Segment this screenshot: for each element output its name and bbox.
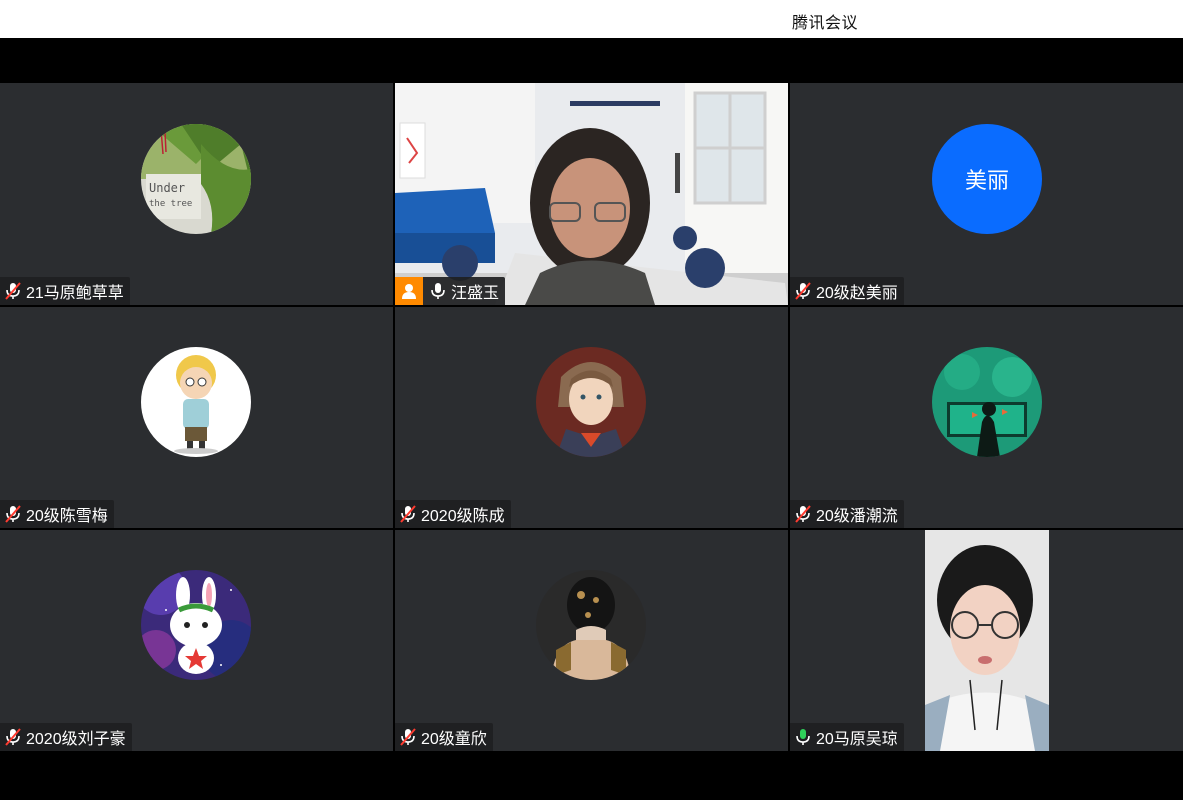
participant-name-tag: 20马原吴琼 (790, 723, 904, 751)
mic-icon[interactable] (429, 281, 447, 301)
svg-text:the tree: the tree (149, 199, 192, 209)
woman-back-avatar (536, 570, 646, 680)
text-avatar: 美丽 (932, 124, 1042, 234)
host-icon (395, 277, 423, 305)
avatar-initials: 美丽 (964, 168, 1009, 193)
participant-name: 20马原吴琼 (816, 731, 898, 748)
participant-name: 2020级陈成 (421, 508, 505, 525)
participant-name-tag: 2020级陈成 (395, 500, 511, 528)
participant-tile-active-speaker[interactable]: 20马原吴琼 (790, 530, 1183, 751)
svg-text:Under: Under (149, 181, 185, 195)
cartoon-kid-avatar (141, 347, 251, 457)
participant-name-tag: 20级童欣 (395, 723, 493, 751)
mic-muted-icon[interactable] (4, 727, 22, 747)
mic-muted-icon[interactable] (794, 504, 812, 524)
host-video-feed (395, 83, 788, 305)
participant-tile[interactable]: 20级潘潮流 (790, 307, 1183, 528)
participant-tile[interactable]: Under the tree 21马原鲍草草 (0, 83, 393, 305)
participant-name-tag: 20级陈雪梅 (0, 500, 114, 528)
participant-name-tag: 20级赵美丽 (790, 277, 904, 305)
participant-tile[interactable]: 美丽 20级赵美丽 (790, 83, 1183, 305)
mic-muted-icon[interactable] (399, 727, 417, 747)
app-title: 腾讯会议 (792, 15, 859, 32)
participant-name-tag: 21马原鲍草草 (0, 277, 130, 305)
participant-tile[interactable]: 20级童欣 (395, 530, 788, 751)
mic-muted-icon[interactable] (794, 281, 812, 301)
anime-man-avatar (536, 347, 646, 457)
mic-active-icon[interactable] (794, 727, 812, 747)
video-grid: Under the tree 21马原鲍草草 汪盛玉 美丽 20级赵美丽 20级… (0, 83, 1183, 751)
rabbit-avatar (141, 570, 251, 680)
top-toolbar-area (0, 38, 1183, 83)
participant-name: 2020级刘子豪 (26, 731, 126, 748)
participant-tile[interactable]: 2020级陈成 (395, 307, 788, 528)
participant-name-tag: 2020级刘子豪 (0, 723, 132, 751)
participant-name: 20级赵美丽 (816, 285, 898, 302)
participant-tile[interactable]: 汪盛玉 (395, 83, 788, 305)
participant-name: 20级陈雪梅 (26, 508, 108, 525)
participant-name-tag: 汪盛玉 (395, 277, 506, 305)
participant-tile[interactable]: 2020级刘子豪 (0, 530, 393, 751)
bottom-toolbar-area (0, 751, 1183, 800)
participant-name: 20级童欣 (421, 731, 487, 748)
aquarium-avatar (932, 347, 1042, 457)
participant-name-tag: 20级潘潮流 (790, 500, 904, 528)
participant-name: 20级潘潮流 (816, 508, 898, 525)
participant-name: 汪盛玉 (451, 285, 500, 302)
speaker-video-feed (790, 530, 1183, 751)
window-titlebar: 腾讯会议 (0, 0, 1183, 38)
mic-muted-icon[interactable] (4, 281, 22, 301)
mic-muted-icon[interactable] (4, 504, 22, 524)
mic-muted-icon[interactable] (399, 504, 417, 524)
participant-tile[interactable]: 20级陈雪梅 (0, 307, 393, 528)
participant-name: 21马原鲍草草 (26, 285, 124, 302)
tree-photo-avatar: Under the tree (141, 124, 251, 234)
